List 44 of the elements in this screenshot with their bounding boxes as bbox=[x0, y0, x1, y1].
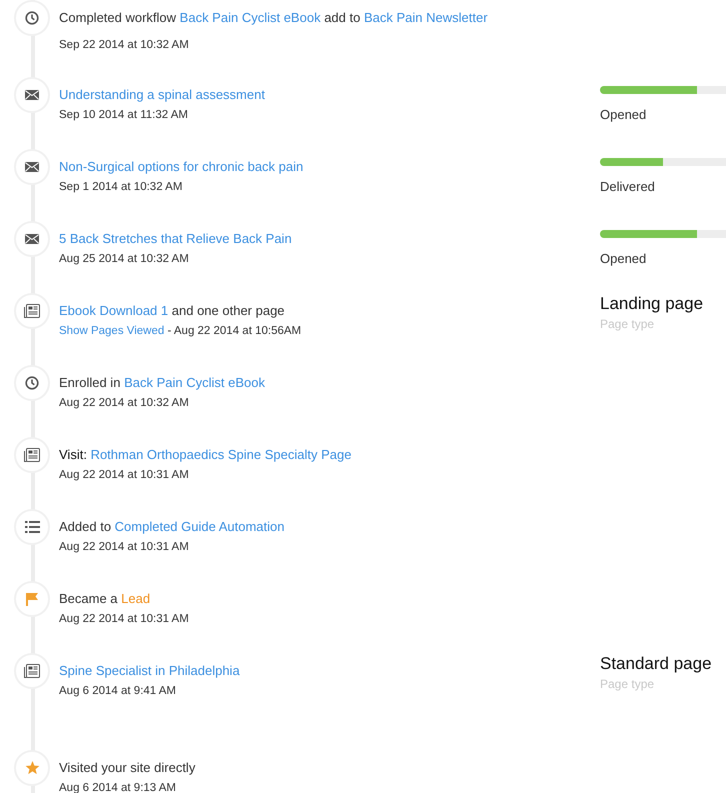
link[interactable]: Rothman Orthopaedics Spine Specialty Page bbox=[90, 447, 352, 462]
email-status: Delivered bbox=[600, 178, 656, 196]
event-date: Aug 22 2014 at 10:31 AM bbox=[59, 468, 190, 482]
link[interactable]: 5 Back Stretches that Relieve Back Pain bbox=[59, 231, 292, 246]
document-icon bbox=[24, 448, 40, 462]
event-date: Show Pages Viewed - Aug 22 2014 at 10:56AM bbox=[59, 324, 302, 338]
link[interactable]: Understanding a spinal assessment bbox=[59, 87, 265, 102]
link[interactable]: Ebook Download 1 bbox=[59, 303, 168, 318]
event-date: Sep 10 2014 at 11:32 AM bbox=[59, 108, 189, 122]
event-date: Aug 25 2014 at 10:32 AM bbox=[59, 252, 190, 266]
event-title: Became a Lead bbox=[59, 591, 152, 607]
event-date: Aug 22 2014 at 10:32 AM bbox=[59, 396, 190, 410]
event-title: Added to Completed Guide Automation bbox=[59, 519, 286, 535]
link[interactable]: Non-Surgical options for chronic back pain bbox=[59, 159, 304, 174]
list-icon bbox=[24, 521, 40, 533]
event-date: Sep 22 2014 at 10:32 AM bbox=[59, 38, 190, 52]
event-date: Sep 1 2014 at 10:32 AM bbox=[59, 180, 184, 194]
envelope-icon bbox=[25, 234, 39, 244]
event-title: Visit: Rothman Orthopaedics Spine Specialty Page bbox=[59, 447, 352, 463]
document-icon bbox=[24, 664, 40, 678]
flag-icon bbox=[26, 592, 38, 606]
event-date: Aug 22 2014 at 10:31 AM bbox=[59, 540, 190, 554]
document-icon bbox=[24, 304, 40, 318]
clock-icon bbox=[25, 376, 39, 390]
event-title: Completed workflow Back Pain Cyclist eBook add to Back Pain Newsletter bbox=[59, 10, 489, 26]
event-date: Aug 22 2014 at 10:31 AM bbox=[59, 612, 190, 626]
email-status: Opened bbox=[600, 106, 648, 124]
star-icon bbox=[24, 761, 40, 775]
event-title: Visited your site directly bbox=[59, 760, 196, 776]
link[interactable]: Back Pain Cyclist eBook bbox=[124, 375, 265, 390]
link[interactable]: Completed Guide Automation bbox=[114, 519, 284, 534]
link[interactable]: Spine Specialist in Philadelphia bbox=[59, 663, 240, 678]
envelope-icon bbox=[25, 162, 39, 172]
link[interactable]: Show Pages Viewed bbox=[59, 325, 164, 337]
page-type-value: Landing page bbox=[600, 293, 704, 315]
clock-icon bbox=[25, 11, 39, 25]
envelope-icon bbox=[25, 90, 39, 100]
link[interactable]: Back Pain Cyclist eBook bbox=[180, 10, 321, 25]
page-type-value: Standard page bbox=[600, 653, 712, 675]
link[interactable]: Back Pain Newsletter bbox=[364, 10, 488, 25]
event-title: Enrolled in Back Pain Cyclist eBook bbox=[59, 375, 266, 391]
event-date: Aug 6 2014 at 9:41 AM bbox=[59, 684, 178, 698]
email-status: Opened bbox=[600, 250, 648, 268]
event-title: Ebook Download 1 and one other page bbox=[59, 303, 286, 319]
